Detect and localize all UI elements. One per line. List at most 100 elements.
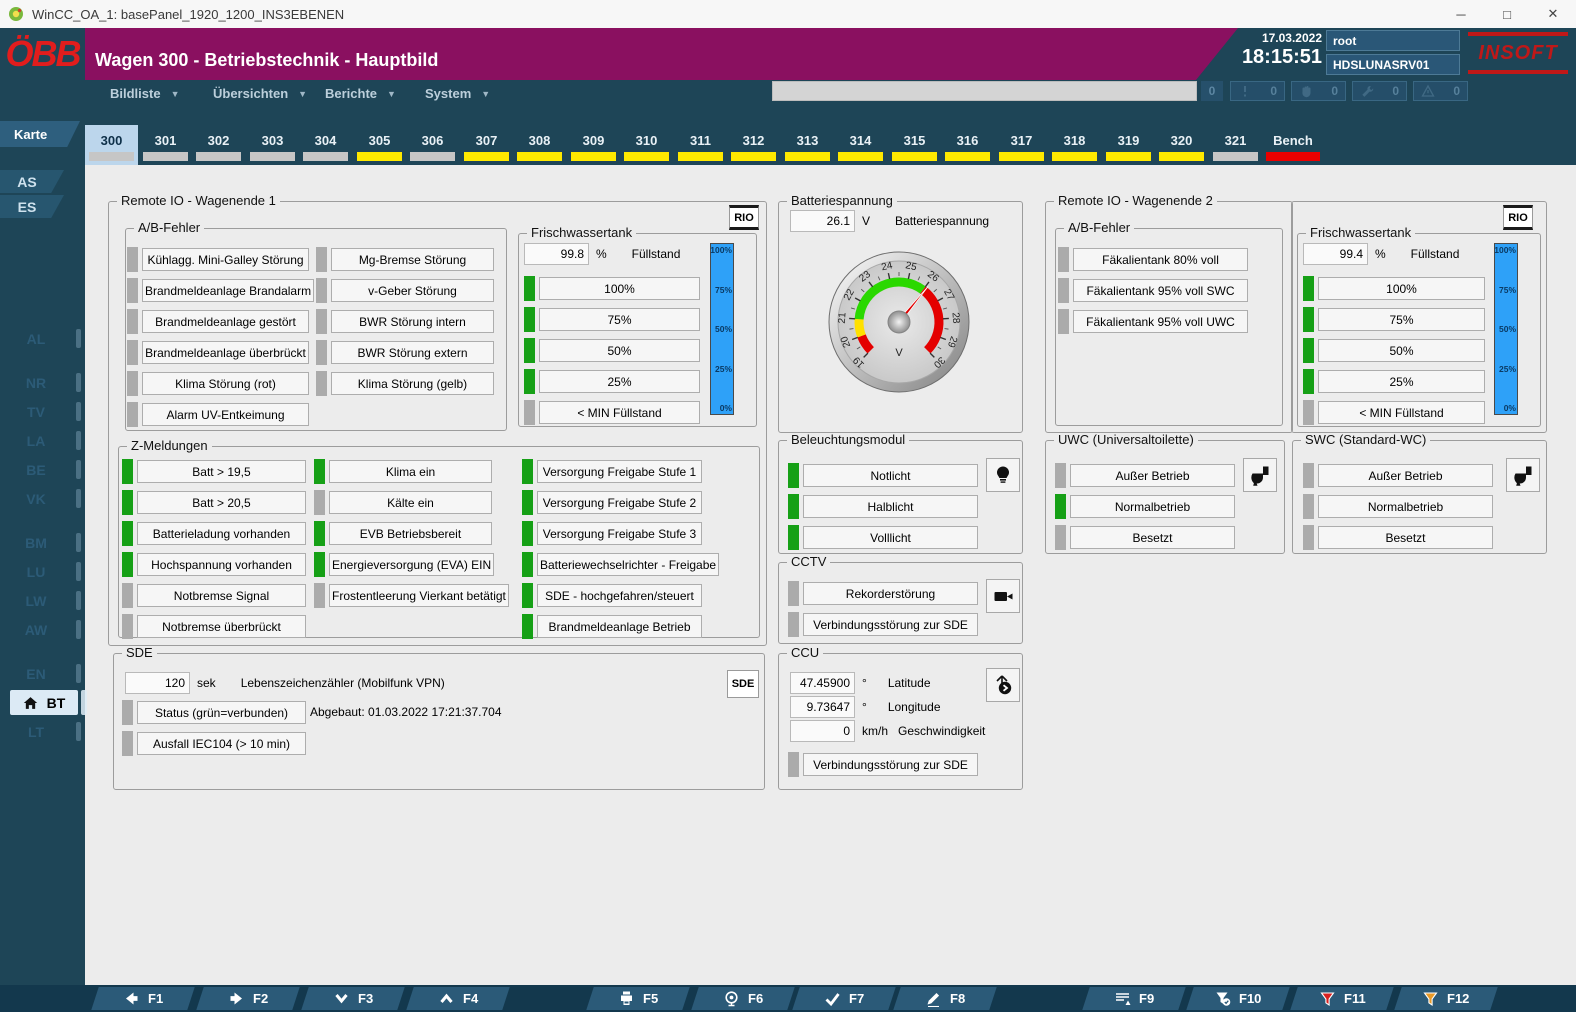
light-mode-button[interactable]: Halblicht — [803, 495, 978, 518]
fkey-f7[interactable]: F7 — [792, 987, 896, 1010]
tab-317[interactable]: 317 — [995, 125, 1048, 165]
tab-307[interactable]: 307 — [460, 125, 513, 165]
tab-319[interactable]: 319 — [1102, 125, 1155, 165]
status-indicator — [524, 307, 535, 332]
sidebar-item-al[interactable]: AL — [0, 328, 81, 350]
sidebar-item-en[interactable]: EN — [0, 663, 81, 685]
sidebar-item-nr[interactable]: NR — [0, 372, 81, 394]
tab-305[interactable]: 305 — [353, 125, 406, 165]
maximize-icon[interactable]: □ — [1484, 0, 1530, 28]
sde-button[interactable]: SDE — [727, 670, 759, 698]
status-indicator — [1303, 307, 1314, 332]
tab-301[interactable]: 301 — [139, 125, 192, 165]
light-mode-button[interactable]: Notlicht — [803, 464, 978, 487]
ccu-detail-button[interactable] — [986, 668, 1020, 702]
tab-304[interactable]: 304 — [299, 125, 352, 165]
chevron-down-icon — [335, 994, 348, 1004]
tab-318[interactable]: 318 — [1048, 125, 1101, 165]
sidebar-item-be[interactable]: BE — [0, 459, 81, 481]
tab-karte[interactable]: Karte — [0, 121, 80, 147]
sidebar-item-as[interactable]: AS — [0, 170, 64, 193]
sidebar-item-tv[interactable]: TV — [0, 401, 81, 423]
alarm-label: Fäkalientank 95% voll SWC — [1073, 279, 1248, 302]
tab-309[interactable]: 309 — [567, 125, 620, 165]
fkey-f6[interactable]: F6 — [691, 987, 795, 1010]
fkey-f3[interactable]: F3 — [301, 987, 405, 1010]
hand-icon — [1302, 86, 1311, 98]
wc-status-label: Normalbetrieb — [1318, 495, 1493, 518]
fkey-f9[interactable]: F9 — [1082, 987, 1186, 1010]
sidebar-item-es[interactable]: ES — [0, 195, 64, 218]
uwc-detail-button[interactable] — [1243, 458, 1277, 492]
fill-level-unit: % — [1375, 247, 1386, 261]
chevron-down-icon: ▼ — [298, 88, 308, 99]
fkey-f2[interactable]: F2 — [196, 987, 300, 1010]
lighting-detail-button[interactable] — [986, 458, 1020, 492]
wc-status-label: Normalbetrieb — [1070, 495, 1235, 518]
alarm-count-total[interactable]: 0 — [1201, 81, 1223, 101]
tab-314[interactable]: 314 — [834, 125, 887, 165]
alarm-count-pending[interactable]: 0 — [1413, 81, 1468, 101]
tab-303[interactable]: 303 — [246, 125, 299, 165]
latitude-value: 47.45900 — [790, 672, 855, 694]
tab-300[interactable]: 300 — [85, 125, 138, 165]
rio-button-1[interactable]: RIO — [729, 205, 759, 230]
sidebar-item-bt-selected[interactable]: BT — [10, 690, 87, 715]
sidebar-item-vk[interactable]: VK — [0, 488, 81, 510]
status-indicator — [314, 583, 325, 608]
alarm-count-maintenance[interactable]: 0 — [1352, 81, 1407, 101]
tab-308[interactable]: 308 — [513, 125, 566, 165]
tab-313[interactable]: 313 — [781, 125, 834, 165]
swc-detail-button[interactable] — [1506, 458, 1540, 492]
cctv-detail-button[interactable] — [986, 579, 1020, 613]
fkey-f12[interactable]: F12 — [1394, 987, 1498, 1010]
tab-315[interactable]: 315 — [888, 125, 941, 165]
status-indicator — [524, 338, 535, 363]
wc-status-label: Besetzt — [1070, 526, 1235, 549]
menu-bildliste[interactable]: Bildliste ▼ — [110, 86, 180, 101]
z-message-label: Batt > 20,5 — [137, 491, 306, 514]
alarm-count-urgent[interactable]: 0 — [1230, 81, 1285, 101]
minimize-icon[interactable]: ─ — [1438, 0, 1484, 28]
tank-level-label: < MIN Füllstand — [539, 401, 700, 424]
menu-berichte[interactable]: Berichte ▼ — [325, 86, 396, 101]
sidebar-item-lt[interactable]: LT — [0, 721, 81, 743]
fkey-f10[interactable]: F10 — [1186, 987, 1290, 1010]
sidebar-item-lu[interactable]: LU — [0, 561, 81, 583]
fkey-f4[interactable]: F4 — [406, 987, 510, 1010]
sidebar-item-la[interactable]: LA — [0, 430, 81, 452]
status-indicator — [314, 552, 325, 577]
menu-system[interactable]: System ▼ — [425, 86, 490, 101]
sidebar-item-bm[interactable]: BM — [0, 532, 81, 554]
light-mode-button[interactable]: Volllicht — [803, 526, 978, 549]
tab-321[interactable]: 321 — [1209, 125, 1262, 165]
alarm-count-unacknowledged[interactable]: 0 — [1291, 81, 1346, 101]
status-indicator — [122, 583, 133, 608]
sidebar-item-aw[interactable]: AW — [0, 619, 81, 641]
status-indicator — [1058, 247, 1069, 272]
alarm-label: Klima Störung (rot) — [142, 372, 309, 395]
close-icon[interactable]: ✕ — [1530, 0, 1576, 28]
rio-button-2[interactable]: RIO — [1503, 205, 1533, 230]
tab-306[interactable]: 306 — [406, 125, 459, 165]
latest-alarm-bar[interactable] — [772, 81, 1197, 101]
home-icon — [23, 696, 37, 709]
status-indicator — [122, 521, 133, 546]
tab-320[interactable]: 320 — [1155, 125, 1208, 165]
status-indicator — [1303, 369, 1314, 394]
menu-uebersichten[interactable]: Übersichten ▼ — [213, 86, 307, 101]
z-message-label: Frostentleerung Vierkant betätigt — [329, 584, 509, 607]
tab-status-bar — [410, 152, 455, 161]
tab-status-bar — [517, 152, 562, 161]
fkey-f11[interactable]: F11 — [1290, 987, 1394, 1010]
fkey-f8[interactable]: F8 — [893, 987, 997, 1010]
tab-bench[interactable]: Bench — [1262, 125, 1324, 165]
tab-311[interactable]: 311 — [674, 125, 727, 165]
fkey-f1[interactable]: F1 — [91, 987, 195, 1010]
tab-310[interactable]: 310 — [620, 125, 673, 165]
sidebar-item-lw[interactable]: LW — [0, 590, 81, 612]
fkey-f5[interactable]: F5 — [586, 987, 690, 1010]
tab-312[interactable]: 312 — [727, 125, 780, 165]
tab-316[interactable]: 316 — [941, 125, 994, 165]
tab-302[interactable]: 302 — [192, 125, 245, 165]
